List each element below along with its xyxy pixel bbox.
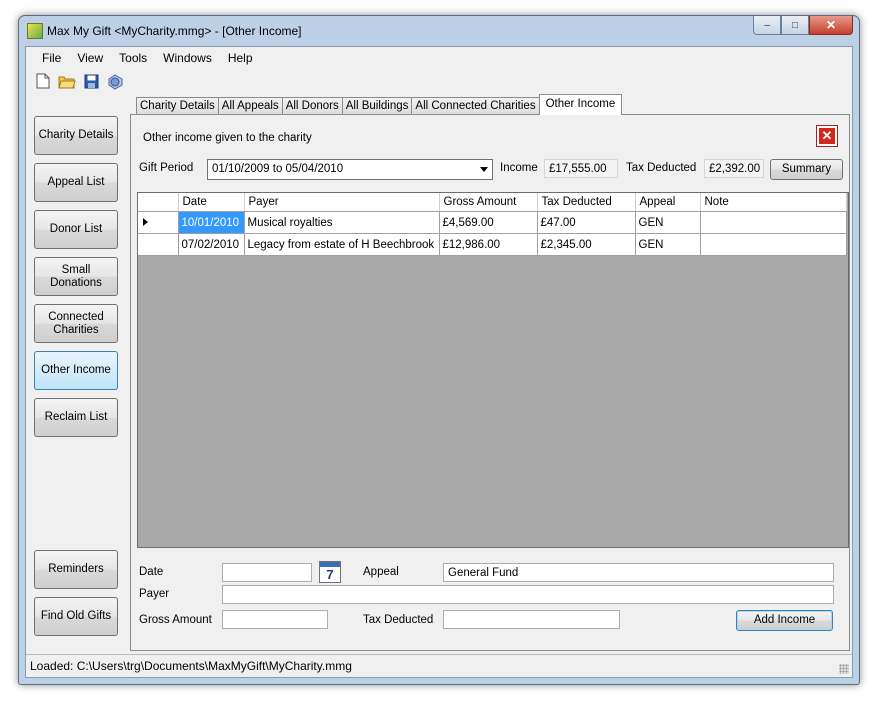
menu-tools[interactable]: Tools	[111, 47, 155, 69]
menu-help[interactable]: Help	[220, 47, 261, 69]
tab-all-buildings[interactable]: All Buildings	[341, 97, 413, 115]
tab-other-income[interactable]: Other Income	[538, 94, 623, 115]
table-row[interactable]: 10/01/2010 Musical royalties £4,569.00 £…	[138, 211, 847, 234]
sidebar-donor-list-button[interactable]: Donor List	[34, 210, 118, 249]
open-folder-icon[interactable]	[56, 70, 78, 92]
tax-deducted-label: Tax Deducted	[363, 614, 434, 626]
row-header[interactable]	[138, 233, 179, 256]
cell-note[interactable]	[700, 211, 847, 234]
income-grid: Date Payer Gross Amount Tax Deducted App…	[137, 192, 849, 548]
payer-input[interactable]	[222, 585, 834, 604]
tab-all-appeals[interactable]: All Appeals	[217, 97, 283, 115]
minimize-button[interactable]: –	[753, 16, 781, 35]
chevron-down-icon	[480, 167, 488, 172]
cell-gross-amount[interactable]: £12,986.00	[439, 233, 538, 256]
cell-appeal[interactable]: GEN	[635, 233, 701, 256]
sidebar-connected-charities-button[interactable]: Connected Charities	[34, 304, 118, 343]
menu-file[interactable]: File	[34, 47, 69, 69]
sidebar-appeal-list-button[interactable]: Appeal List	[34, 163, 118, 202]
current-row-arrow-icon	[143, 217, 148, 226]
cell-tax-deducted[interactable]: £47.00	[537, 211, 636, 234]
gross-amount-label: Gross Amount	[139, 614, 212, 626]
tab-charity-details[interactable]: Charity Details	[136, 97, 219, 115]
tax-deducted-total-label: Tax Deducted	[626, 162, 697, 174]
cell-tax-deducted[interactable]: £2,345.00	[537, 233, 636, 256]
column-header-appeal[interactable]: Appeal	[635, 193, 701, 212]
sidebar-other-income-button[interactable]: Other Income	[34, 351, 118, 390]
grid-header-row: Date Payer Gross Amount Tax Deducted App…	[138, 193, 847, 212]
sidebar-small-donations-button[interactable]: Small Donations	[34, 257, 118, 296]
column-header-tax-deducted[interactable]: Tax Deducted	[537, 193, 636, 212]
sidebar-reminders-button[interactable]: Reminders	[34, 550, 118, 589]
column-header-note[interactable]: Note	[700, 193, 847, 212]
tab-all-donors[interactable]: All Donors	[281, 97, 343, 115]
title-bar[interactable]: Max My Gift <MyCharity.mmg> - [Other Inc…	[19, 16, 859, 46]
status-text: Loaded: C:\Users\trg\Documents\MaxMyGift…	[30, 659, 352, 673]
gift-period-value: 01/10/2009 to 05/04/2010	[212, 163, 344, 175]
appeal-input[interactable]: General Fund	[443, 563, 834, 582]
client-area: File View Tools Windows Help Charity Det…	[25, 46, 853, 678]
window-title: Max My Gift <MyCharity.mmg> - [Other Inc…	[47, 24, 302, 38]
sidebar-find-old-gifts-button[interactable]: Find Old Gifts	[34, 597, 118, 636]
grid-corner-cell	[138, 193, 179, 212]
column-header-date[interactable]: Date	[178, 193, 245, 212]
menu-windows[interactable]: Windows	[155, 47, 220, 69]
close-panel-icon[interactable]: ✕	[816, 125, 838, 147]
cell-note[interactable]	[700, 233, 847, 256]
save-disk-icon[interactable]	[80, 70, 102, 92]
close-window-button[interactable]: ✕	[809, 16, 853, 35]
cell-date[interactable]: 07/02/2010	[178, 233, 245, 256]
toolbar	[26, 70, 852, 92]
tax-deducted-input[interactable]	[443, 610, 620, 629]
row-header-current[interactable]	[138, 211, 179, 234]
cell-date[interactable]: 10/01/2010	[178, 211, 245, 234]
tax-deducted-total-value: £2,392.00	[704, 159, 764, 178]
menu-view[interactable]: View	[69, 47, 111, 69]
gift-period-label: Gift Period	[139, 162, 194, 174]
cell-payer[interactable]: Legacy from estate of H Beechbrook	[244, 233, 440, 256]
other-income-panel: Other income given to the charity ✕ Gift…	[130, 114, 850, 651]
cell-gross-amount[interactable]: £4,569.00	[439, 211, 538, 234]
gross-amount-input[interactable]	[222, 610, 328, 629]
column-header-payer[interactable]: Payer	[244, 193, 440, 212]
globe-print-icon[interactable]	[104, 70, 126, 92]
panel-heading: Other income given to the charity	[143, 132, 312, 144]
date-input[interactable]	[222, 563, 312, 582]
sidebar: Charity Details Appeal List Donor List S…	[26, 95, 130, 653]
new-document-icon[interactable]	[32, 70, 54, 92]
tab-all-connected-charities[interactable]: All Connected Charities	[411, 97, 540, 115]
gift-period-select[interactable]: 01/10/2009 to 05/04/2010	[207, 159, 493, 180]
resize-grip-icon[interactable]	[839, 664, 849, 674]
status-bar: Loaded: C:\Users\trg\Documents\MaxMyGift…	[26, 654, 852, 677]
cell-payer[interactable]: Musical royalties	[244, 211, 440, 234]
sidebar-reclaim-list-button[interactable]: Reclaim List	[34, 398, 118, 437]
appeal-label: Appeal	[363, 566, 399, 578]
column-header-gross-amount[interactable]: Gross Amount	[439, 193, 538, 212]
income-label: Income	[500, 162, 538, 174]
sidebar-charity-details-button[interactable]: Charity Details	[34, 116, 118, 155]
summary-button[interactable]: Summary	[770, 159, 843, 180]
payer-label: Payer	[139, 588, 170, 600]
calendar-icon[interactable]: 7	[319, 561, 341, 583]
income-table: Date Payer Gross Amount Tax Deducted App…	[138, 193, 847, 256]
main-area: Charity Details All Appeals All Donors A…	[130, 94, 852, 653]
date-label: Date	[139, 566, 164, 578]
window-controls: – □ ✕	[753, 16, 853, 35]
income-value: £17,555.00	[544, 159, 618, 178]
restore-button[interactable]: □	[781, 16, 809, 35]
add-income-button[interactable]: Add Income	[736, 610, 833, 631]
menu-bar: File View Tools Windows Help	[26, 47, 852, 69]
calendar-day: 7	[326, 567, 334, 582]
app-window: Max My Gift <MyCharity.mmg> - [Other Inc…	[18, 15, 860, 685]
table-row[interactable]: 07/02/2010 Legacy from estate of H Beech…	[138, 233, 847, 256]
app-icon	[27, 23, 43, 39]
cell-appeal[interactable]: GEN	[635, 211, 701, 234]
tab-strip: Charity Details All Appeals All Donors A…	[136, 94, 623, 115]
